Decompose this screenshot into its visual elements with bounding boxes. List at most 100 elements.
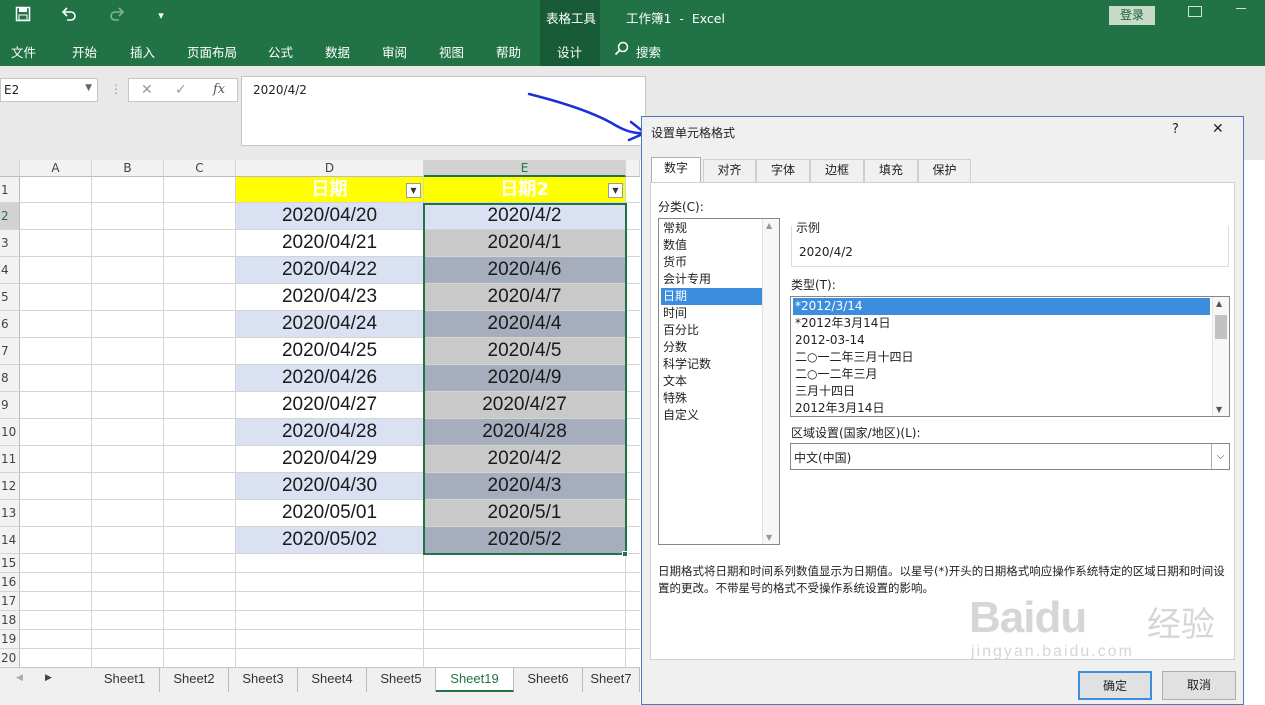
cell-d[interactable]: 2020/04/22 <box>236 257 423 283</box>
tab-help[interactable]: 帮助 <box>496 42 521 61</box>
tab-design[interactable]: 设计 <box>557 42 582 61</box>
type-item[interactable]: 三月十四日 <box>793 383 1210 400</box>
tab-home[interactable]: 开始 <box>72 42 97 61</box>
scroll-down-icon[interactable]: ▼ <box>1216 405 1222 414</box>
category-item[interactable]: 文本 <box>661 373 762 390</box>
cell-d[interactable]: 2020/04/25 <box>236 338 423 364</box>
tab-file[interactable]: 文件 <box>11 42 36 61</box>
category-scrollbar[interactable]: ▲ ▼ <box>762 219 779 544</box>
header-cell-d[interactable]: 日期 ▼ <box>236 177 423 202</box>
category-item[interactable]: 特殊 <box>661 390 762 407</box>
type-item[interactable]: 二○一二年三月十四日 <box>793 349 1210 366</box>
type-item[interactable]: 2012年3月14日 <box>793 400 1210 417</box>
row-header[interactable]: 4 <box>0 257 20 284</box>
filter-dropdown-icon[interactable]: ▼ <box>608 183 623 198</box>
filter-dropdown-icon[interactable]: ▼ <box>406 183 421 198</box>
row-header[interactable]: 10 <box>0 419 20 446</box>
tab-font[interactable]: 字体 <box>756 159 810 182</box>
cell-d[interactable]: 2020/04/23 <box>236 284 423 310</box>
row-header[interactable]: 8 <box>0 365 20 392</box>
login-button[interactable]: 登录 <box>1109 6 1155 25</box>
type-item[interactable]: 2012-03-14 <box>793 332 1210 349</box>
row-header[interactable]: 7 <box>0 338 20 365</box>
insert-function-icon[interactable]: fx <box>213 82 225 97</box>
sheet-tab-sheet5[interactable]: Sheet5 <box>367 668 436 692</box>
col-header-a[interactable]: A <box>20 160 92 177</box>
scroll-left-icon[interactable]: ◀ <box>16 673 23 683</box>
row-header[interactable]: 17 <box>0 592 20 611</box>
type-item[interactable]: *2012/3/14 <box>793 298 1210 315</box>
col-header-c[interactable]: C <box>164 160 236 177</box>
category-item[interactable]: 日期 <box>661 288 762 305</box>
type-list[interactable]: *2012/3/14 *2012年3月14日 2012-03-14 二○一二年三月十四… <box>790 296 1230 417</box>
row-header[interactable]: 20 <box>0 649 20 668</box>
category-item[interactable]: 时间 <box>661 305 762 322</box>
locale-select[interactable]: 中文(中国) ⌵ <box>790 443 1230 470</box>
scroll-up-icon[interactable]: ▲ <box>1216 299 1222 308</box>
redo-icon[interactable] <box>106 6 128 26</box>
category-item[interactable]: 数值 <box>661 237 762 254</box>
sheet-tab-sheet19[interactable]: Sheet19 <box>436 668 514 692</box>
help-icon[interactable]: ? <box>1172 122 1179 137</box>
cell-d[interactable]: 2020/04/20 <box>236 203 423 229</box>
category-item[interactable]: 百分比 <box>661 322 762 339</box>
row-header[interactable]: 2 <box>0 203 20 230</box>
save-icon[interactable] <box>12 6 34 26</box>
cell-d[interactable]: 2020/04/24 <box>236 311 423 337</box>
sheet-tab-sheet4[interactable]: Sheet4 <box>298 668 367 692</box>
row-header[interactable]: 12 <box>0 473 20 500</box>
scroll-down-icon[interactable]: ▼ <box>766 533 772 542</box>
row-header[interactable]: 1 <box>0 177 20 203</box>
row-header[interactable]: 15 <box>0 554 20 573</box>
category-item[interactable]: 分数 <box>661 339 762 356</box>
tab-fill[interactable]: 填充 <box>864 159 918 182</box>
cell-d[interactable]: 2020/04/30 <box>236 473 423 499</box>
type-item[interactable]: *2012年3月14日 <box>793 315 1210 332</box>
search-label[interactable]: 搜索 <box>636 42 661 61</box>
sheet-tab-sheet1[interactable]: Sheet1 <box>90 668 160 692</box>
chevron-down-icon[interactable]: ▼ <box>85 83 92 93</box>
sheet-tab-sheet2[interactable]: Sheet2 <box>160 668 229 692</box>
tab-view[interactable]: 视图 <box>439 42 464 61</box>
row-header[interactable]: 19 <box>0 630 20 649</box>
col-header-e[interactable]: E <box>424 160 626 177</box>
ribbon-display-icon[interactable] <box>1188 6 1202 17</box>
tab-insert[interactable]: 插入 <box>130 42 155 61</box>
row-header[interactable]: 18 <box>0 611 20 630</box>
tab-formulas[interactable]: 公式 <box>268 42 293 61</box>
cell-d[interactable]: 2020/04/28 <box>236 419 423 445</box>
header-cell-e[interactable]: 日期2 ▼ <box>424 177 625 202</box>
cell-d[interactable]: 2020/04/21 <box>236 230 423 256</box>
category-item[interactable]: 货币 <box>661 254 762 271</box>
cancel-icon[interactable]: ✕ <box>141 82 153 98</box>
cancel-button[interactable]: 取消 <box>1162 671 1236 700</box>
row-header[interactable]: 16 <box>0 573 20 592</box>
cell-d[interactable]: 2020/04/29 <box>236 446 423 472</box>
col-header-d[interactable]: D <box>236 160 424 177</box>
col-header-b[interactable]: B <box>92 160 164 177</box>
tab-review[interactable]: 审阅 <box>382 42 407 61</box>
type-scrollbar[interactable]: ▲ ▼ <box>1212 297 1229 416</box>
row-header[interactable]: 6 <box>0 311 20 338</box>
cell-d[interactable]: 2020/05/01 <box>236 500 423 526</box>
tab-data[interactable]: 数据 <box>325 42 350 61</box>
col-header-f[interactable] <box>626 160 640 177</box>
cell-d[interactable]: 2020/04/27 <box>236 392 423 418</box>
row-header[interactable]: 14 <box>0 527 20 554</box>
worksheet-grid[interactable]: A B C D E 1 2 3 4 5 6 7 8 9 10 11 12 13 14 15 16 17 18 19 2… <box>0 160 640 668</box>
select-all-corner[interactable] <box>0 160 20 177</box>
sheet-tab-sheet6[interactable]: Sheet6 <box>514 668 583 692</box>
tab-alignment[interactable]: 对齐 <box>703 159 756 182</box>
customize-qat-icon[interactable]: ▾ <box>150 6 172 26</box>
category-list[interactable]: 常规 数值 货币 会计专用 日期 时间 百分比 分数 科学记数 文本 特殊 自定义 ▲ ▼ <box>658 218 780 545</box>
cell-d[interactable]: 2020/05/02 <box>236 527 423 553</box>
search-icon[interactable] <box>614 41 629 59</box>
sheet-tab-sheet7[interactable]: Sheet7 <box>583 668 640 692</box>
scroll-thumb[interactable] <box>1215 315 1227 339</box>
type-item[interactable]: 二○一二年三月 <box>793 366 1210 383</box>
enter-icon[interactable]: ✓ <box>175 82 187 98</box>
chevron-down-icon[interactable]: ⌵ <box>1211 444 1229 469</box>
tab-number[interactable]: 数字 <box>651 157 701 182</box>
tab-border[interactable]: 边框 <box>810 159 864 182</box>
name-box[interactable]: E2 ▼ <box>0 78 98 102</box>
